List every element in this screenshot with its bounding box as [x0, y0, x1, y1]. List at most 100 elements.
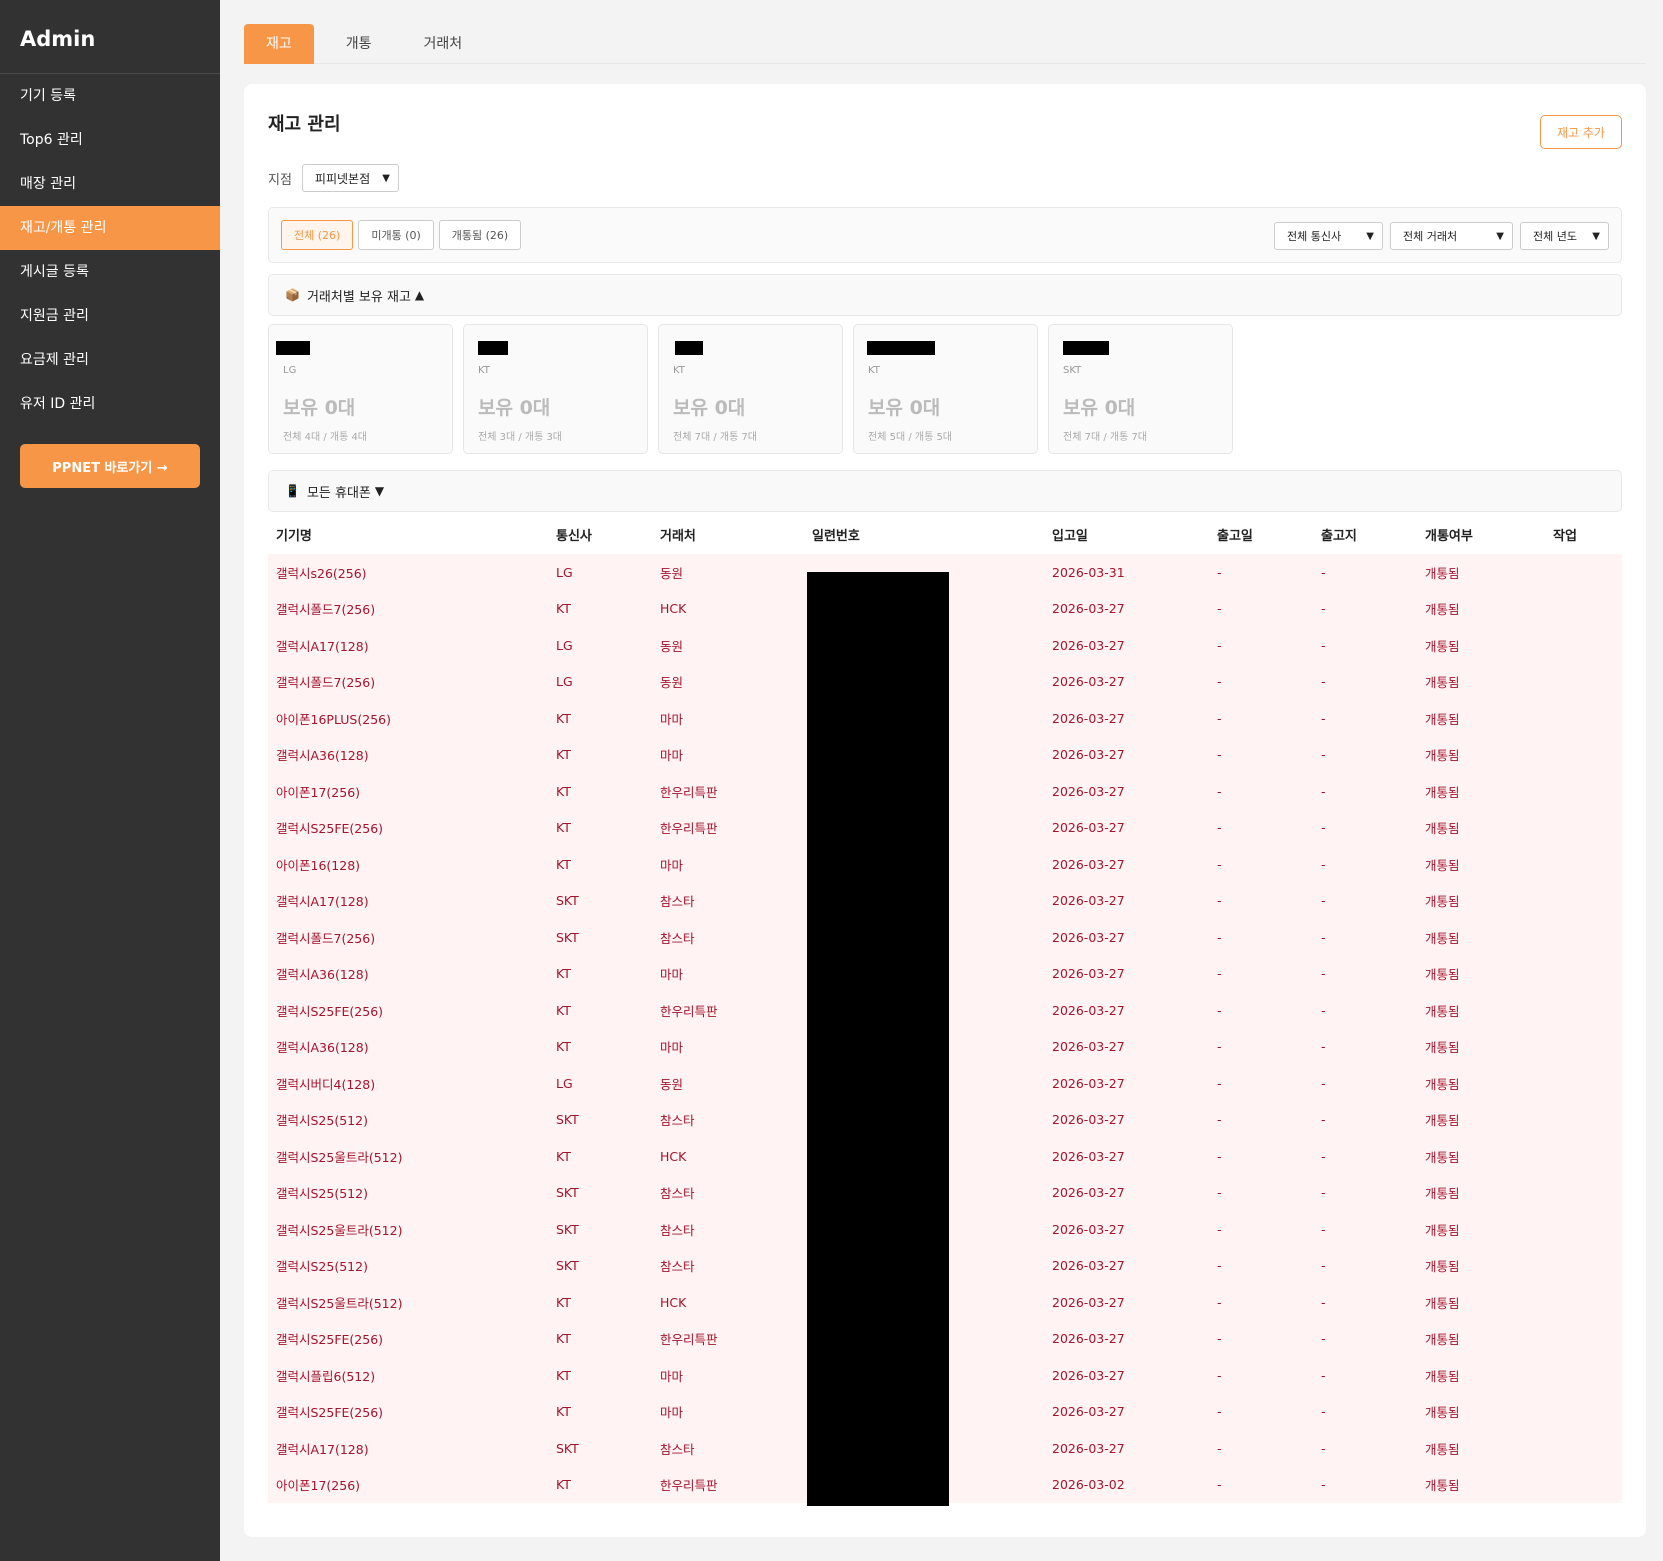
filter-bar: 전체 (26) 미개통 (0) 개통됨 (26) 전체 통신사 ▼ 전체 거래처 ▼…	[268, 207, 1622, 263]
vendor-holding: 보유 0대	[868, 397, 941, 419]
vendor-card[interactable]: SKT 보유 0대 전체 7대 / 개통 7대	[1048, 324, 1233, 454]
table-cell: -	[1209, 1028, 1313, 1065]
table-cell: -	[1209, 882, 1313, 919]
column-header: 출고지	[1313, 514, 1417, 554]
vendor-card[interactable]: LG 보유 0대 전체 4대 / 개통 4대	[268, 324, 453, 454]
table-cell: 개통됨	[1417, 1247, 1545, 1284]
all-phones-toggle[interactable]: 📱 모든 휴대폰 ▼	[268, 470, 1622, 512]
table-cell: -	[1209, 955, 1313, 992]
table-cell: 개통됨	[1417, 1393, 1545, 1430]
table-cell: 2026-03-27	[1044, 663, 1209, 700]
table-cell: 개통됨	[1417, 1101, 1545, 1138]
table-cell: -	[1313, 1174, 1417, 1211]
table-cell: 개통됨	[1417, 1357, 1545, 1394]
table-cell: 갤럭시A17(128)	[268, 882, 548, 919]
sidebar-item[interactable]: 유저 ID 관리	[0, 382, 220, 426]
column-header: 거래처	[652, 514, 804, 554]
table-cell: 2026-03-27	[1044, 1065, 1209, 1102]
vendor-card[interactable]: KT 보유 0대 전체 3대 / 개통 3대	[463, 324, 648, 454]
year-select[interactable]: 전체 년도 ▼	[1520, 222, 1609, 250]
expand-arrow-icon: ▼	[374, 484, 385, 498]
table-cell: 갤럭시S25FE(256)	[268, 1320, 548, 1357]
table-cell: -	[1313, 627, 1417, 664]
sidebar-item[interactable]: 요금제 관리	[0, 338, 220, 382]
table-cell: HCK	[652, 1138, 804, 1175]
table-cell: 2026-03-27	[1044, 955, 1209, 992]
table-cell: -	[1209, 627, 1313, 664]
status-chip[interactable]: 전체 (26)	[281, 220, 354, 250]
inventory-card: 재고 관리 재고 추가 지점 피피넷본점 ▼ 전체 (26) 미개통 (0) 개통됨…	[244, 84, 1646, 1537]
vendor-name-redaction	[478, 341, 508, 355]
table-cell: 아이폰17(256)	[268, 773, 548, 810]
add-inventory-button[interactable]: 재고 추가	[1540, 115, 1622, 149]
table-cell: 갤럭시S25울트라(512)	[268, 1138, 548, 1175]
column-header: 작업	[1545, 514, 1622, 554]
vendor-summary: 전체 3대 / 개통 3대	[478, 432, 563, 443]
table-cell: 2026-03-27	[1044, 846, 1209, 883]
chevron-down-icon: ▼	[1496, 230, 1504, 242]
table-cell: 2026-03-27	[1044, 882, 1209, 919]
table-cell: KT	[548, 1393, 652, 1430]
table-cell: 참스타	[652, 1101, 804, 1138]
sidebar-item[interactable]: 게시글 등록	[0, 250, 220, 294]
tab-2[interactable]: 거래처	[404, 24, 483, 64]
sidebar-item[interactable]: 지원금 관리	[0, 294, 220, 338]
status-chip[interactable]: 미개통 (0)	[358, 220, 434, 250]
vendor-name-redaction	[675, 341, 703, 355]
table-cell: -	[1313, 736, 1417, 773]
table-cell: KT	[548, 955, 652, 992]
table-cell: -	[1313, 590, 1417, 627]
vendor-select[interactable]: 전체 거래처 ▼	[1390, 222, 1513, 250]
table-cell: -	[1313, 1065, 1417, 1102]
table-cell	[1545, 700, 1622, 737]
sidebar-item[interactable]: 매장 관리	[0, 162, 220, 206]
table-cell: 참스타	[652, 1211, 804, 1248]
table-cell: 개통됨	[1417, 773, 1545, 810]
table-cell	[1545, 846, 1622, 883]
table-cell	[1545, 1357, 1622, 1394]
table-cell: KT	[548, 590, 652, 627]
collapse-arrow-icon: ▲	[414, 288, 425, 302]
table-cell: HCK	[652, 1284, 804, 1321]
table-cell	[1545, 992, 1622, 1029]
vendor-name-redaction	[276, 341, 310, 355]
table-cell: -	[1209, 1430, 1313, 1467]
table-cell: -	[1209, 1466, 1313, 1503]
table-cell	[1545, 1138, 1622, 1175]
table-cell: HCK	[652, 590, 804, 627]
vendor-card[interactable]: KT 보유 0대 전체 5대 / 개통 5대	[853, 324, 1038, 454]
table-cell: 2026-03-27	[1044, 736, 1209, 773]
table-cell: 갤럭시S25FE(256)	[268, 992, 548, 1029]
table-cell: 마마	[652, 700, 804, 737]
sidebar-item[interactable]: Top6 관리	[0, 118, 220, 162]
sidebar-item[interactable]: 기기 등록	[0, 74, 220, 118]
status-chip[interactable]: 개통됨 (26)	[438, 220, 522, 250]
tab-0[interactable]: 재고	[244, 24, 314, 64]
tab-1[interactable]: 개통	[326, 24, 392, 64]
column-header: 통신사	[548, 514, 652, 554]
branch-select[interactable]: 피피넷본점 ▼	[301, 164, 399, 192]
table-cell: KT	[548, 992, 652, 1029]
status-chips: 전체 (26) 미개통 (0) 개통됨 (26)	[281, 220, 526, 250]
table-cell: 마마	[652, 846, 804, 883]
ppnet-link-button[interactable]: PPNET 바로가기 →	[20, 444, 200, 488]
table-cell	[1545, 663, 1622, 700]
table-cell	[1545, 955, 1622, 992]
table-cell: 갤럭시S25울트라(512)	[268, 1211, 548, 1248]
table-cell: 개통됨	[1417, 882, 1545, 919]
sidebar-item[interactable]: 재고/개통 관리	[0, 206, 220, 250]
table-cell: -	[1313, 1320, 1417, 1357]
table-cell: -	[1209, 1211, 1313, 1248]
table-cell: -	[1209, 846, 1313, 883]
table-cell: 2026-03-27	[1044, 1138, 1209, 1175]
vendor-card[interactable]: KT 보유 0대 전체 7대 / 개통 7대	[658, 324, 843, 454]
table-cell: -	[1209, 1247, 1313, 1284]
carrier-select[interactable]: 전체 통신사 ▼	[1274, 222, 1383, 250]
table-cell: -	[1313, 1028, 1417, 1065]
vendor-stock-toggle[interactable]: 📦 거래처별 보유 재고 ▲	[268, 274, 1622, 316]
table-cell: -	[1209, 1357, 1313, 1394]
table-cell: SKT	[548, 1174, 652, 1211]
table-cell: -	[1313, 1357, 1417, 1394]
table-cell: 한우리특판	[652, 1320, 804, 1357]
table-cell: -	[1313, 992, 1417, 1029]
